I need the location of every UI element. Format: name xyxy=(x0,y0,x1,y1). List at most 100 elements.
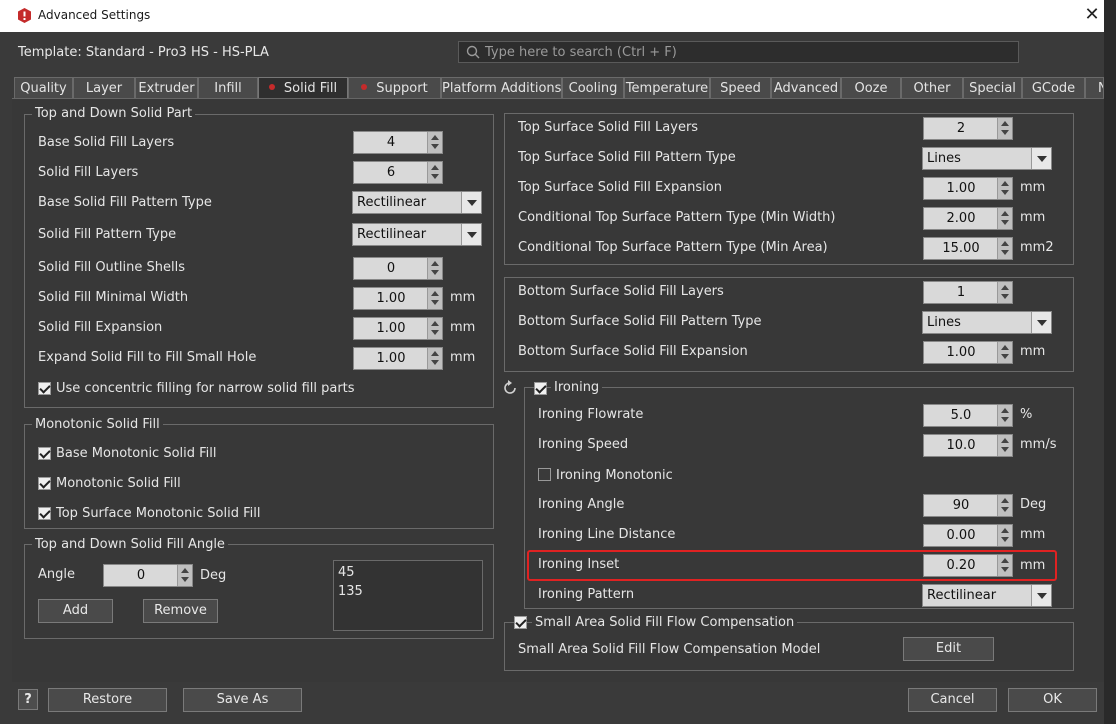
spin-arrows-icon[interactable] xyxy=(997,495,1012,516)
angle-list[interactable]: 45 135 xyxy=(333,560,483,631)
bottom-surface-expansion-spinbox[interactable]: 1.00 xyxy=(923,341,1013,364)
spinbox-value: 2.00 xyxy=(946,211,976,226)
spin-arrows-icon[interactable] xyxy=(427,348,442,369)
ironing-line-distance-spinbox[interactable]: 0.00 xyxy=(923,524,1013,547)
ironing-pattern-select[interactable]: Rectilinear xyxy=(922,584,1052,607)
solid-fill-expansion-spinbox[interactable]: 1.00 xyxy=(353,317,443,340)
spin-arrows-icon[interactable] xyxy=(177,565,192,586)
spinbox-value: 1.00 xyxy=(376,291,406,306)
tab-platform-additions[interactable]: Platform Additions xyxy=(441,77,562,99)
chevron-down-icon[interactable] xyxy=(1031,585,1051,606)
base-monotonic-label: Base Monotonic Solid Fill xyxy=(56,446,217,461)
spin-arrows-icon[interactable] xyxy=(427,162,442,183)
monotonic-solid-fill-checkbox[interactable] xyxy=(38,477,51,490)
ironing-line-distance-label: Ironing Line Distance xyxy=(538,527,676,542)
spin-arrows-icon[interactable] xyxy=(997,118,1012,139)
search-placeholder: Type here to search (Ctrl + F) xyxy=(485,45,677,60)
solid-fill-pattern-select[interactable]: Rectilinear xyxy=(352,223,482,246)
list-item[interactable]: 135 xyxy=(338,584,363,599)
tab-advanced[interactable]: Advanced xyxy=(771,77,841,99)
save-as-button[interactable]: Save As xyxy=(183,688,302,712)
tab-label: Extruder xyxy=(138,81,195,96)
help-button[interactable]: ? xyxy=(18,689,38,710)
tab-temperature[interactable]: Temperature xyxy=(624,77,710,99)
spin-arrows-icon[interactable] xyxy=(997,208,1012,229)
bottom-surface-pattern-select[interactable]: Lines xyxy=(922,311,1052,334)
base-solid-fill-layers-spinbox[interactable]: 4 xyxy=(353,131,443,154)
ironing-monotonic-label: Ironing Monotonic xyxy=(556,468,673,483)
small-area-flow-checkbox[interactable] xyxy=(514,616,527,629)
spinbox-value: 2 xyxy=(956,121,966,136)
spin-arrows-icon[interactable] xyxy=(427,288,442,309)
concentric-filling-checkbox[interactable] xyxy=(38,382,51,395)
top-surface-pattern-select[interactable]: Lines xyxy=(922,147,1052,170)
base-monotonic-checkbox[interactable] xyxy=(38,447,51,460)
tab-solid-fill[interactable]: Solid Fill xyxy=(258,77,348,99)
cond-min-area-spinbox[interactable]: 15.00 xyxy=(923,237,1013,260)
tab-layer[interactable]: Layer xyxy=(73,77,135,99)
tab-speed[interactable]: Speed xyxy=(710,77,771,99)
spinbox-value: 15.00 xyxy=(942,241,980,256)
ironing-monotonic-checkbox[interactable] xyxy=(538,468,551,481)
cond-min-width-spinbox[interactable]: 2.00 xyxy=(923,207,1013,230)
unit-label: Deg xyxy=(1020,497,1047,512)
add-angle-button[interactable]: Add xyxy=(38,599,113,623)
spin-arrows-icon[interactable] xyxy=(427,318,442,339)
tab-ooze[interactable]: Ooze xyxy=(841,77,901,99)
tab-label: Infill xyxy=(214,81,242,96)
tab-gcode[interactable]: GCode xyxy=(1022,77,1085,99)
ironing-speed-spinbox[interactable]: 10.0 xyxy=(923,434,1013,457)
solid-fill-minimal-width-spinbox[interactable]: 1.00 xyxy=(353,287,443,310)
top-surface-layers-spinbox[interactable]: 2 xyxy=(923,117,1013,140)
expand-solid-fill-hole-spinbox[interactable]: 1.00 xyxy=(353,347,443,370)
chevron-down-icon[interactable] xyxy=(1031,148,1051,169)
spin-arrows-icon[interactable] xyxy=(997,525,1012,546)
modified-dot-icon xyxy=(268,84,275,90)
tab-overflow[interactable]: N xyxy=(1085,77,1104,99)
restore-button[interactable]: Restore xyxy=(48,688,167,712)
ironing-flowrate-spinbox[interactable]: 5.0 xyxy=(923,404,1013,427)
angle-spinbox[interactable]: 0 xyxy=(103,564,193,587)
chevron-down-icon[interactable] xyxy=(1031,312,1051,333)
spin-arrows-icon[interactable] xyxy=(997,405,1012,426)
solid-fill-expansion-label: Solid Fill Expansion xyxy=(38,320,163,335)
bottom-surface-layers-spinbox[interactable]: 1 xyxy=(923,281,1013,304)
tab-support[interactable]: Support xyxy=(348,77,441,99)
group-title: Top and Down Solid Part xyxy=(32,106,196,121)
tab-special[interactable]: Special xyxy=(963,77,1022,99)
select-value: Rectilinear xyxy=(927,588,997,603)
solid-fill-outline-shells-spinbox[interactable]: 0 xyxy=(353,257,443,280)
spin-arrows-icon[interactable] xyxy=(427,132,442,153)
remove-angle-button[interactable]: Remove xyxy=(143,599,218,623)
ironing-checkbox[interactable] xyxy=(534,382,547,395)
spin-arrows-icon[interactable] xyxy=(997,178,1012,199)
spin-arrows-icon[interactable] xyxy=(997,238,1012,259)
ironing-angle-spinbox[interactable]: 90 xyxy=(923,494,1013,517)
ok-button[interactable]: OK xyxy=(1008,688,1097,712)
top-surface-monotonic-checkbox[interactable] xyxy=(38,507,51,520)
tab-other[interactable]: Other xyxy=(901,77,963,99)
spin-arrows-icon[interactable] xyxy=(997,435,1012,456)
tab-infill[interactable]: Infill xyxy=(198,77,258,99)
top-surface-expansion-spinbox[interactable]: 1.00 xyxy=(923,177,1013,200)
tab-cooling[interactable]: Cooling xyxy=(562,77,624,99)
base-solid-fill-pattern-select[interactable]: Rectilinear xyxy=(352,191,482,214)
select-value: Lines xyxy=(927,151,961,166)
spin-arrows-icon[interactable] xyxy=(997,342,1012,363)
spinbox-value: 1.00 xyxy=(946,345,976,360)
spin-arrows-icon[interactable] xyxy=(997,282,1012,303)
close-icon[interactable]: ✕ xyxy=(1082,4,1102,26)
reset-icon[interactable] xyxy=(502,380,518,396)
unit-label: mm xyxy=(1020,210,1046,225)
chevron-down-icon[interactable] xyxy=(461,224,481,245)
list-item[interactable]: 45 xyxy=(338,565,355,580)
solid-fill-layers-spinbox[interactable]: 6 xyxy=(353,161,443,184)
chevron-down-icon[interactable] xyxy=(461,192,481,213)
edit-model-button[interactable]: Edit xyxy=(903,637,994,661)
select-value: Lines xyxy=(927,315,961,330)
spin-arrows-icon[interactable] xyxy=(427,258,442,279)
cancel-button[interactable]: Cancel xyxy=(908,688,997,712)
tab-extruder[interactable]: Extruder xyxy=(135,77,198,99)
tab-quality[interactable]: Quality xyxy=(14,77,73,99)
search-input[interactable]: Type here to search (Ctrl + F) xyxy=(458,41,1019,63)
